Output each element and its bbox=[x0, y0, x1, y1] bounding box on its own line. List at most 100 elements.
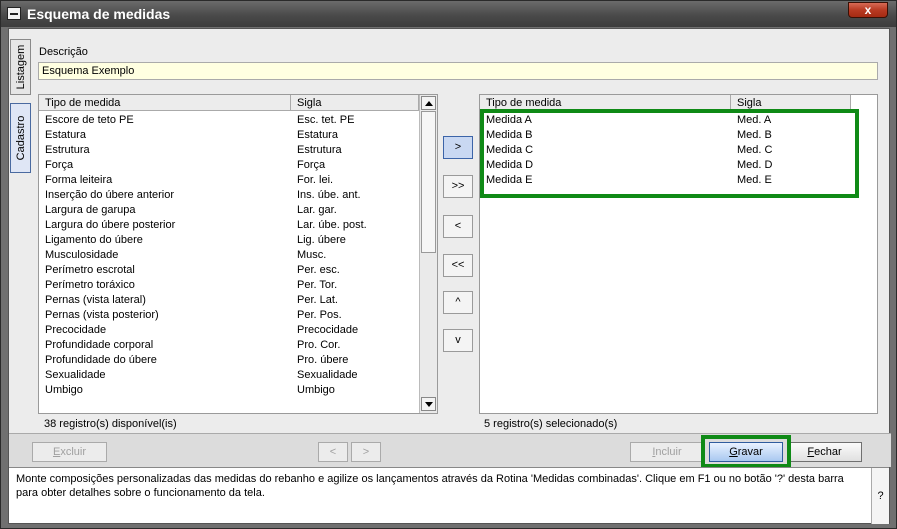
available-row[interactable]: Pernas (vista lateral) Per. Lat. bbox=[39, 293, 437, 308]
help-bar: Monte composições personalizadas das med… bbox=[9, 467, 889, 524]
available-row-tipo: Precocidade bbox=[45, 324, 107, 336]
available-header-tipo[interactable]: Tipo de medida bbox=[39, 95, 291, 111]
tab-cadastro[interactable]: Cadastro bbox=[10, 103, 31, 173]
available-row-tipo: Sexualidade bbox=[45, 369, 106, 381]
available-row[interactable]: Musculosidade Musc. bbox=[39, 248, 437, 263]
excluir-button[interactable]: Excluir bbox=[32, 442, 107, 462]
selected-rows-highlight bbox=[480, 109, 859, 198]
available-row[interactable]: Estrutura Estrutura bbox=[39, 143, 437, 158]
close-button[interactable]: x bbox=[848, 2, 888, 18]
available-row-tipo: Largura de garupa bbox=[45, 204, 136, 216]
available-row[interactable]: Sexualidade Sexualidade bbox=[39, 368, 437, 383]
available-row-sigla: Per. Lat. bbox=[297, 294, 338, 306]
fechar-button[interactable]: Fechar bbox=[787, 442, 862, 462]
available-row-tipo: Escore de teto PE bbox=[45, 114, 134, 126]
scroll-up-button[interactable] bbox=[421, 96, 436, 110]
available-row-tipo: Profundidade corporal bbox=[45, 339, 154, 351]
available-row[interactable]: Largura de garupa Lar. gar. bbox=[39, 203, 437, 218]
tab-cadastro-label: Cadastro bbox=[14, 115, 27, 161]
available-row[interactable]: Profundidade corporal Pro. Cor. bbox=[39, 338, 437, 353]
window-client: Listagem Cadastro Descrição Esquema Exem… bbox=[8, 28, 891, 524]
available-row[interactable]: Estatura Estatura bbox=[39, 128, 437, 143]
help-text: Monte composições personalizadas das med… bbox=[16, 473, 844, 499]
excluir-label: xcluir bbox=[60, 446, 86, 458]
available-row-tipo: Inserção do úbere anterior bbox=[45, 189, 175, 201]
available-row[interactable]: Escore de teto PE Esc. tet. PE bbox=[39, 113, 437, 128]
available-row-sigla: Sexualidade bbox=[297, 369, 358, 381]
scroll-thumb[interactable] bbox=[421, 111, 436, 253]
available-row-sigla: Precocidade bbox=[297, 324, 359, 336]
available-list[interactable]: Tipo de medida Sigla Escore de teto PE Es… bbox=[38, 94, 438, 414]
available-row-tipo: Estatura bbox=[45, 129, 86, 141]
action-bar: Excluir < > Incluir Gravar Fechar bbox=[9, 433, 891, 468]
available-row-sigla: Força bbox=[297, 159, 326, 171]
available-row-sigla: Per. Pos. bbox=[297, 309, 342, 321]
available-header-sigla[interactable]: Sigla bbox=[291, 95, 419, 111]
available-row-sigla: Pro. Cor. bbox=[297, 339, 341, 351]
available-row[interactable]: Ligamento do úbere Lig. úbere bbox=[39, 233, 437, 248]
window-menu-icon[interactable] bbox=[7, 7, 21, 20]
available-row-sigla: Per. esc. bbox=[297, 264, 340, 276]
add-all-button[interactable]: >> bbox=[443, 175, 473, 198]
available-row-tipo: Força bbox=[45, 159, 74, 171]
available-row-tipo: Forma leiteira bbox=[45, 174, 113, 186]
available-row-sigla: Lar. úbe. post. bbox=[297, 219, 367, 231]
available-row-sigla: Lig. úbere bbox=[297, 234, 346, 246]
title-bar[interactable]: Esquema de medidas x bbox=[1, 1, 896, 27]
available-row[interactable]: Inserção do úbere anterior Ins. úbe. ant. bbox=[39, 188, 437, 203]
available-row-tipo: Pernas (vista posterior) bbox=[45, 309, 159, 321]
move-up-button[interactable]: ^ bbox=[443, 291, 473, 314]
available-row-sigla: Pro. úbere bbox=[297, 354, 349, 366]
available-row-tipo: Ligamento do úbere bbox=[45, 234, 143, 246]
available-row-sigla: For. lei. bbox=[297, 174, 334, 186]
help-button[interactable]: ? bbox=[871, 468, 889, 524]
available-row-sigla: Esc. tet. PE bbox=[297, 114, 355, 126]
move-down-button[interactable]: v bbox=[443, 329, 473, 352]
available-row-tipo: Estrutura bbox=[45, 144, 90, 156]
available-row[interactable]: Forma leiteira For. lei. bbox=[39, 173, 437, 188]
available-scrollbar[interactable] bbox=[419, 95, 437, 413]
down-arrow-icon bbox=[425, 402, 433, 407]
available-row-sigla: Per. Tor. bbox=[297, 279, 338, 291]
available-row-tipo: Largura do úbere posterior bbox=[45, 219, 176, 231]
incluir-button[interactable]: Incluir bbox=[630, 442, 704, 462]
available-row-sigla: Umbigo bbox=[297, 384, 335, 396]
available-row-tipo: Profundidade do úbere bbox=[45, 354, 157, 366]
available-row[interactable]: Precocidade Precocidade bbox=[39, 323, 437, 338]
previous-record-button[interactable]: < bbox=[318, 442, 348, 462]
descricao-input[interactable]: Esquema Exemplo bbox=[38, 62, 878, 80]
descricao-label: Descrição bbox=[39, 46, 88, 58]
available-row[interactable]: Pernas (vista posterior) Per. Pos. bbox=[39, 308, 437, 323]
available-row-sigla: Ins. úbe. ant. bbox=[297, 189, 361, 201]
available-row-sigla: Estatura bbox=[297, 129, 338, 141]
available-row-sigla: Estrutura bbox=[297, 144, 342, 156]
scroll-down-button[interactable] bbox=[421, 397, 436, 411]
available-row-tipo: Musculosidade bbox=[45, 249, 119, 261]
available-row-tipo: Perímetro escrotal bbox=[45, 264, 135, 276]
available-row[interactable]: Perímetro toráxico Per. Tor. bbox=[39, 278, 437, 293]
available-status: 38 registro(s) disponível(is) bbox=[44, 418, 177, 430]
incluir-label: ncluir bbox=[655, 446, 682, 458]
fechar-label: echar bbox=[814, 446, 842, 458]
selected-status: 5 registro(s) selecionado(s) bbox=[484, 418, 618, 430]
add-selected-button[interactable]: > bbox=[443, 136, 473, 159]
available-row-tipo: Umbigo bbox=[45, 384, 83, 396]
available-row-tipo: Perímetro toráxico bbox=[45, 279, 135, 291]
remove-all-button[interactable]: << bbox=[443, 254, 473, 277]
available-row-sigla: Lar. gar. bbox=[297, 204, 337, 216]
remove-selected-button[interactable]: < bbox=[443, 215, 473, 238]
next-record-button[interactable]: > bbox=[351, 442, 381, 462]
available-row[interactable]: Perímetro escrotal Per. esc. bbox=[39, 263, 437, 278]
tab-listagem-label: Listagem bbox=[14, 44, 27, 90]
available-row-sigla: Musc. bbox=[297, 249, 327, 261]
up-arrow-icon bbox=[425, 101, 433, 106]
available-row[interactable]: Largura do úbere posterior Lar. úbe. post… bbox=[39, 218, 437, 233]
window-title: Esquema de medidas bbox=[27, 6, 171, 22]
gravar-highlight bbox=[701, 435, 791, 468]
available-row[interactable]: Força Força bbox=[39, 158, 437, 173]
app-window: Esquema de medidas x Listagem Cadastro D… bbox=[0, 0, 897, 529]
available-row[interactable]: Profundidade do úbere Pro. úbere bbox=[39, 353, 437, 368]
tab-listagem[interactable]: Listagem bbox=[10, 39, 31, 95]
available-row[interactable]: Umbigo Umbigo bbox=[39, 383, 437, 398]
available-row-tipo: Pernas (vista lateral) bbox=[45, 294, 146, 306]
